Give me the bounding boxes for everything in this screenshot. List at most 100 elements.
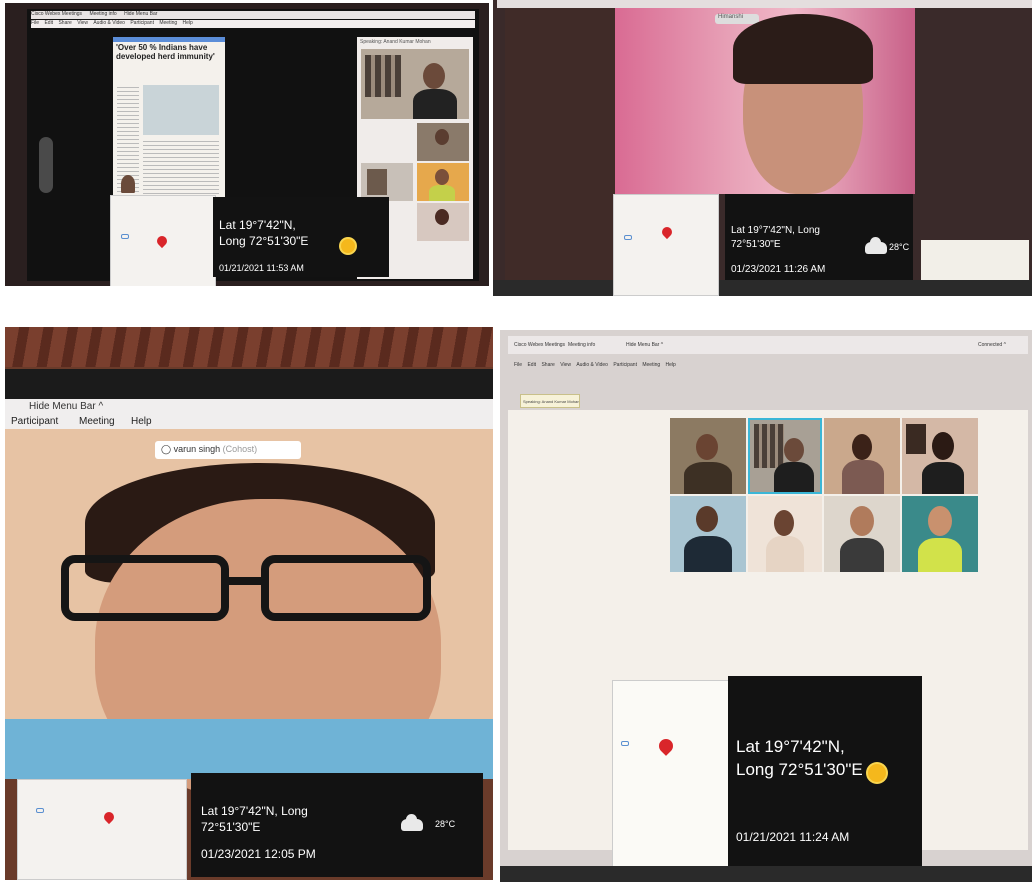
cloud-icon [401,814,423,831]
menu-meeting[interactable]: Meeting [642,362,660,368]
gps-timestamp: 01/21/2021 11:24 AM [736,830,850,844]
video-tile-8[interactable] [902,496,978,572]
video-tile-5[interactable] [670,496,746,572]
menu-participant[interactable]: Participant [11,416,58,427]
tab-meeting-info[interactable]: Meeting info [89,11,116,17]
participant-body [429,185,455,201]
shared-newspaper: 'Over 50 % Indians have developed herd i… [113,37,225,207]
participant-head [435,169,449,185]
video-tile-7[interactable] [824,496,900,572]
participant-head [435,209,449,225]
dark-wall [505,8,615,280]
screenshot-panel-2: Himanshi Lat 19°7'42"N, Long 72°51'30"E … [493,0,1032,296]
wall-frame [906,424,926,454]
participant-body [922,462,964,494]
gps-overlay: Lat 19°7'42"N, Long 72°51'30"E 01/21/202… [728,676,922,868]
title-bar: Cisco Webex Meetings Meeting info Hide M… [31,11,475,19]
taskbar [493,280,1032,296]
menu-view[interactable]: View [560,362,571,368]
map-app-icon [624,235,632,240]
dark-wall-right [915,8,1032,240]
tab-hide-menu[interactable]: Hide Menu Bar ^ [626,342,663,348]
menu-audio-video[interactable]: Audio & Video [93,20,125,26]
participant-head [932,432,954,460]
gps-timestamp: 01/23/2021 11:26 AM [731,264,826,275]
menu-help[interactable]: Help [183,20,193,26]
menu-view[interactable]: View [77,20,88,26]
video-tile-active-speaker[interactable] [748,418,822,494]
participant-head [696,506,718,532]
participant-head [928,506,952,536]
video-feed: Himanshi [615,8,915,194]
participant-body [684,536,732,572]
video-tile-3[interactable] [824,418,900,494]
menu-help[interactable]: Help [666,362,676,368]
location-pin-icon [101,809,117,825]
menu-bar [497,0,1032,8]
map-app-icon [36,808,44,813]
participant-name-tag: Himanshi [715,14,759,24]
hide-menu-bar-button[interactable]: Hide Menu Bar ^ [29,401,103,412]
gps-timestamp: 01/23/2021 12:05 PM [201,847,316,861]
participant-body [842,460,884,494]
participant-hair [733,14,873,84]
newspaper-headline: 'Over 50 % Indians have developed herd i… [116,43,215,61]
video-tile-2[interactable] [417,123,469,161]
video-tile-main[interactable] [361,49,469,119]
menu-edit[interactable]: Edit [527,362,536,368]
participant-shirt [5,719,493,779]
participant-name: varun singh [173,444,221,454]
menu-meeting[interactable]: Meeting [159,20,177,26]
wood-texture [5,327,493,367]
menu-file[interactable]: File [31,20,39,26]
video-tile-4[interactable] [902,418,978,494]
participant-body [413,89,457,119]
bookshelf [365,55,401,97]
menu-meeting[interactable]: Meeting [79,416,115,427]
menu-audio-video[interactable]: Audio & Video [576,362,608,368]
bookshelf [367,169,387,195]
gps-map [613,194,719,296]
menu-share[interactable]: Share [541,362,554,368]
gps-map [110,195,216,286]
menu-participant[interactable]: Participant [613,362,637,368]
video-tile-3[interactable] [417,163,469,201]
video-tile-1[interactable] [670,418,746,494]
menu-participant[interactable]: Participant [130,20,154,26]
participant-body [766,536,804,572]
menu-share[interactable]: Share [58,20,71,26]
person-icon: ◯ [161,444,172,454]
tab-webex[interactable]: Cisco Webex Meetings [514,342,565,348]
glasses-right-lens [261,555,431,621]
participant-body [840,538,884,572]
menu-file[interactable]: File [514,362,522,368]
gps-map [612,680,730,882]
sun-icon [868,764,886,782]
video-feed: ◯ varun singh (Cohost) [5,429,493,799]
temperature: 28°C [889,242,910,252]
share-control-handle[interactable] [39,137,53,193]
participant-head [435,129,449,145]
sun-icon [341,239,355,253]
map-app-icon [621,741,629,746]
bookshelf [754,424,784,468]
tab-hide-menu[interactable]: Hide Menu Bar [124,11,157,17]
tab-meeting-info[interactable]: Meeting info [568,342,595,348]
chat-panel [921,240,1029,280]
menu-bar: File Edit Share View Audio & Video Parti… [31,20,475,28]
menu-bar: File Edit Share View Audio & Video Parti… [514,362,676,368]
participant-head [784,438,804,462]
connection-status[interactable]: Connected ^ [978,342,1006,348]
tab-webex[interactable]: Cisco Webex Meetings [31,11,82,17]
speaker-label: Speaking: Anand Kumar Mohan [520,394,580,408]
menu-help[interactable]: Help [131,416,152,427]
participant-head [423,63,445,89]
glasses-left-lens [61,555,229,621]
newspaper-text-2 [143,141,219,201]
participant-body [774,462,814,492]
menu-edit[interactable]: Edit [44,20,53,26]
participant-name-tag: ◯ varun singh (Cohost) [155,441,301,459]
video-tile-4[interactable] [417,203,469,241]
video-tile-5[interactable] [361,163,413,201]
video-tile-6[interactable] [748,496,822,572]
